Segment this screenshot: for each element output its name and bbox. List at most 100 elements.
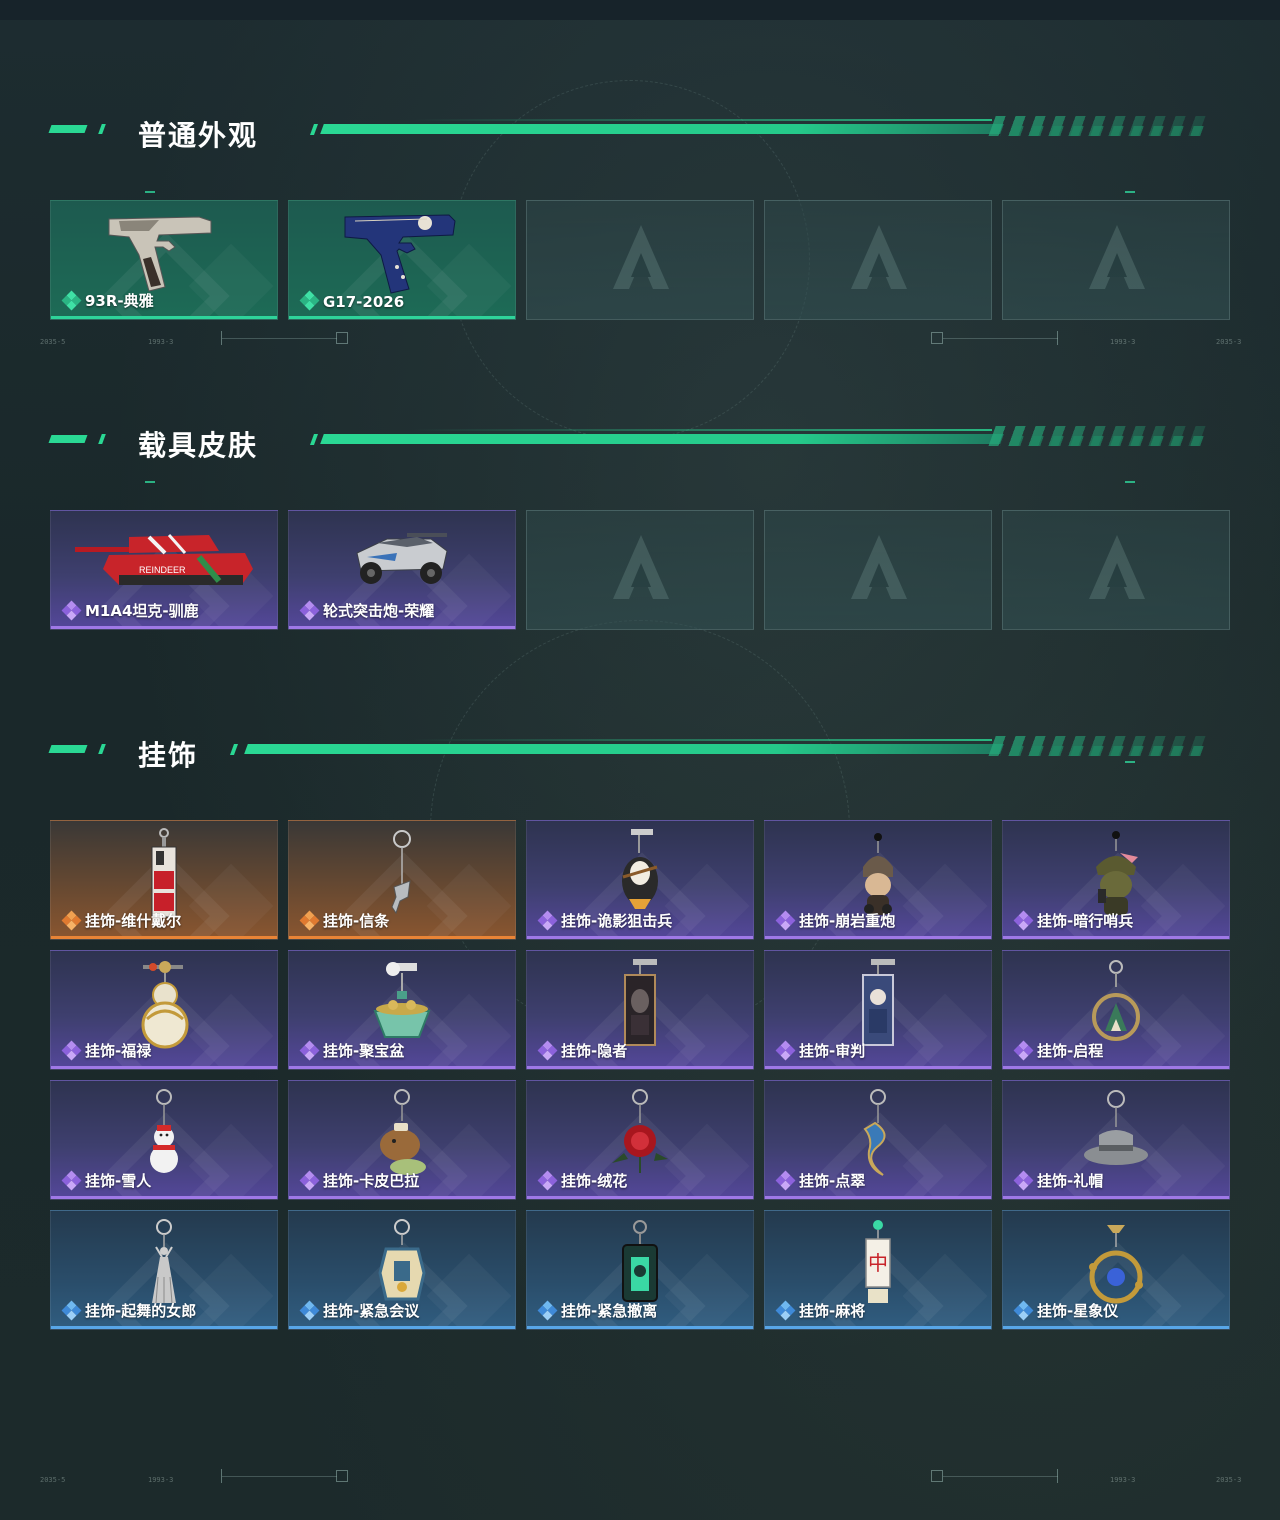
item-label: M1A4坦克-驯鹿 — [85, 602, 199, 620]
frame-square — [931, 332, 943, 344]
item-image — [347, 517, 457, 602]
empty-slot — [526, 200, 754, 320]
item-card[interactable]: 挂饰-暗行哨兵 — [1002, 820, 1230, 940]
item-card[interactable]: 挂饰-礼帽 — [1002, 1080, 1230, 1200]
rarity-icon — [537, 1300, 558, 1321]
item-label: 挂饰-福禄 — [85, 1042, 152, 1060]
item-label: 挂饰-紧急会议 — [323, 1302, 420, 1320]
item-label: 挂饰-崩岩重炮 — [799, 912, 896, 930]
item-label: 挂饰-信条 — [323, 912, 390, 930]
item-label: 挂饰-暗行哨兵 — [1037, 912, 1134, 930]
item-card[interactable]: REINDEER M1A4坦克-驯鹿 — [50, 510, 278, 630]
rarity-bar — [765, 1326, 991, 1329]
empty-slot — [764, 510, 992, 630]
item-card[interactable]: 挂饰-紧急会议 — [288, 1210, 516, 1330]
item-card[interactable]: 挂饰-福禄 — [50, 950, 278, 1070]
item-label: 挂饰-紧急撤离 — [561, 1302, 658, 1320]
rarity-icon — [61, 1300, 82, 1321]
item-image — [99, 207, 229, 302]
item-label: 93R-典雅 — [85, 292, 154, 310]
rarity-icon — [1013, 910, 1034, 931]
item-card[interactable]: 挂饰-起舞的女郎 — [50, 1210, 278, 1330]
item-card[interactable]: 挂饰-卡皮巴拉 — [288, 1080, 516, 1200]
svg-text:中: 中 — [868, 1251, 888, 1275]
item-label: 挂饰-启程 — [1037, 1042, 1104, 1060]
frame-square — [931, 1470, 943, 1482]
item-label: 轮式突击炮-荣耀 — [323, 602, 435, 620]
item-image: REINDEER — [69, 517, 259, 602]
section-title: 挂饰 — [138, 739, 199, 772]
frame-line — [943, 338, 1058, 339]
frame-tick — [1057, 331, 1058, 345]
item-label: 挂饰-点翠 — [799, 1172, 866, 1190]
item-card[interactable]: 挂饰-崩岩重炮 — [764, 820, 992, 940]
item-card[interactable]: G17-2026 — [288, 200, 516, 320]
frame-code: 1993-3 — [1110, 1476, 1136, 1484]
rarity-icon — [775, 1040, 796, 1061]
rarity-icon — [775, 1170, 796, 1191]
rarity-bar — [527, 1196, 753, 1199]
rarity-bar — [289, 936, 515, 939]
rarity-bar — [289, 626, 515, 629]
rarity-icon — [61, 1040, 82, 1061]
rarity-icon — [299, 1170, 320, 1191]
frame-code: 2035-3 — [1216, 338, 1242, 346]
item-label: 挂饰-审判 — [799, 1042, 866, 1060]
item-label: 挂饰-绒花 — [561, 1172, 628, 1190]
rarity-bar — [1003, 936, 1229, 939]
item-label: 挂饰-诡影狙击兵 — [561, 912, 673, 930]
item-card[interactable]: 挂饰-聚宝盆 — [288, 950, 516, 1070]
item-card[interactable]: 93R-典雅 — [50, 200, 278, 320]
svg-text:REINDEER: REINDEER — [139, 565, 186, 575]
item-card[interactable]: 挂饰-雪人 — [50, 1080, 278, 1200]
item-card[interactable]: 挂饰-绒花 — [526, 1080, 754, 1200]
frame-code: 2035-5 — [40, 338, 66, 346]
frame-code: 1993-3 — [148, 1476, 174, 1484]
game-logo-icon — [611, 223, 671, 293]
item-card[interactable]: 挂饰-维什戴尔 — [50, 820, 278, 940]
frame-square — [336, 332, 348, 344]
item-card[interactable]: 中 挂饰-麻将 — [764, 1210, 992, 1330]
item-card[interactable]: 挂饰-紧急撤离 — [526, 1210, 754, 1330]
section-header-charms: 挂饰 — [48, 736, 1230, 772]
rarity-bar — [51, 1066, 277, 1069]
rarity-bar — [765, 1066, 991, 1069]
rarity-bar — [527, 936, 753, 939]
empty-slot — [1002, 510, 1230, 630]
rarity-icon — [299, 1300, 320, 1321]
item-card[interactable]: 挂饰-启程 — [1002, 950, 1230, 1070]
rarity-icon — [1013, 1300, 1034, 1321]
rarity-icon — [537, 1170, 558, 1191]
rarity-icon — [61, 910, 82, 931]
skins-grid: 93R-典雅 G17-2026 — [50, 200, 1230, 320]
section-title: 普通外观 — [138, 119, 259, 152]
game-logo-icon — [1087, 533, 1147, 603]
top-band — [0, 0, 1280, 20]
item-label: G17-2026 — [323, 293, 405, 311]
game-logo-icon — [611, 533, 671, 603]
item-card[interactable]: 轮式突击炮-荣耀 — [288, 510, 516, 630]
rarity-bar — [51, 316, 277, 319]
section-bar — [244, 744, 1004, 754]
frame-code: 2035-5 — [40, 1476, 66, 1484]
rarity-bar — [289, 316, 515, 319]
rarity-icon — [775, 910, 796, 931]
frame-tick — [221, 1469, 222, 1483]
item-card[interactable]: 挂饰-审判 — [764, 950, 992, 1070]
item-label: 挂饰-礼帽 — [1037, 1172, 1104, 1190]
frame-line — [222, 1476, 337, 1477]
item-card[interactable]: 挂饰-隐者 — [526, 950, 754, 1070]
section-bar — [320, 124, 1004, 134]
item-card[interactable]: 挂饰-点翠 — [764, 1080, 992, 1200]
item-image — [337, 207, 467, 302]
item-card[interactable]: 挂饰-信条 — [288, 820, 516, 940]
rarity-bar — [289, 1196, 515, 1199]
item-card[interactable]: 挂饰-星象仪 — [1002, 1210, 1230, 1330]
item-card[interactable]: 挂饰-诡影狙击兵 — [526, 820, 754, 940]
item-label: 挂饰-雪人 — [85, 1172, 152, 1190]
frame-line — [222, 338, 337, 339]
frame-tick — [1057, 1469, 1058, 1483]
game-logo-icon — [849, 223, 909, 293]
rarity-icon — [299, 910, 320, 931]
rarity-icon — [537, 1040, 558, 1061]
